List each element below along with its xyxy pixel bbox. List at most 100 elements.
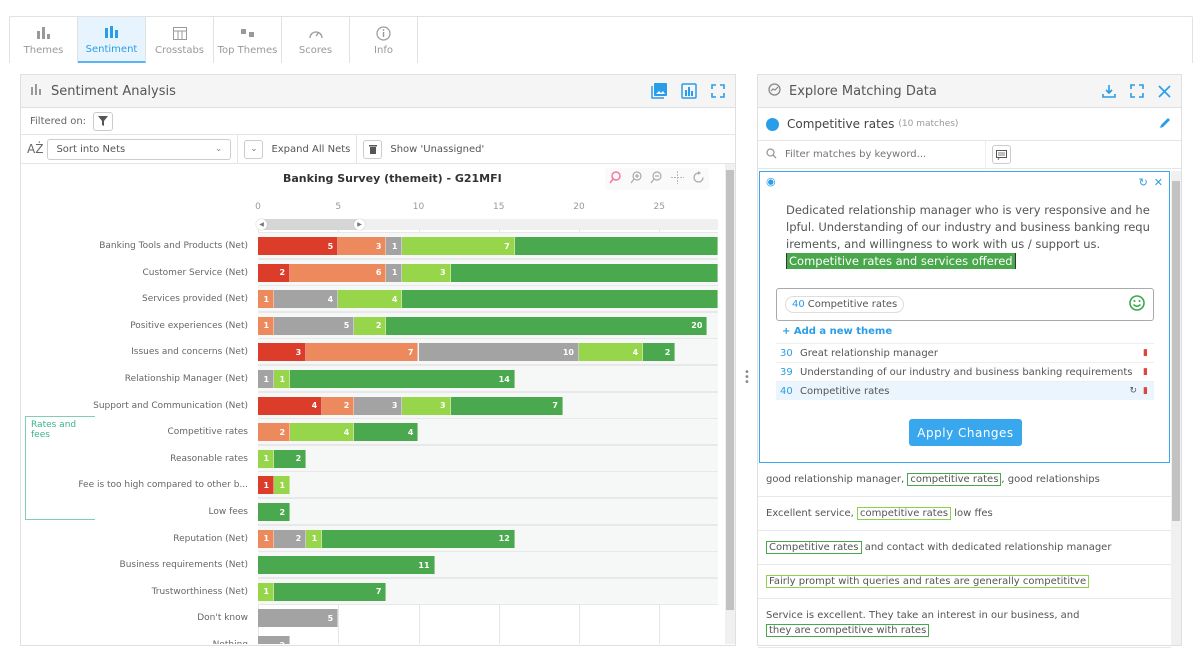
- match-item[interactable]: Competitive rates and contact with dedic…: [758, 531, 1171, 565]
- category-label[interactable]: Positive experiences (Net): [130, 321, 248, 331]
- close-icon[interactable]: [1158, 84, 1171, 98]
- show-unassigned-label[interactable]: Show 'Unassigned': [390, 144, 484, 155]
- delete-icon[interactable]: ▮: [1143, 348, 1148, 358]
- bar-segment-neutral[interactable]: 1: [258, 370, 275, 388]
- bar-segment-very-negative[interactable]: 5: [258, 237, 339, 255]
- bar-segment-very-negative[interactable]: 3: [258, 343, 307, 362]
- expand-all-label[interactable]: Expand All Nets: [271, 144, 350, 155]
- tab-top-themes[interactable]: Top Themes: [214, 17, 282, 63]
- bar-segment-negative[interactable]: 7: [306, 343, 419, 362]
- bar-segment-positive[interactable]: 3: [402, 263, 451, 282]
- bar-segment-neutral[interactable]: 4: [274, 290, 339, 309]
- edit-pencil-icon[interactable]: [1159, 117, 1171, 132]
- zoom-in-icon[interactable]: [630, 171, 643, 187]
- fullscreen-icon[interactable]: [711, 84, 725, 98]
- category-label[interactable]: Support and Communication (Net): [93, 401, 248, 411]
- match-highlight[interactable]: competitive rates: [857, 507, 952, 520]
- category-label[interactable]: Don't know: [197, 613, 248, 623]
- bar-segment-positive[interactable]: 1: [274, 370, 291, 388]
- bar-segment-neutral[interactable]: 2: [274, 529, 307, 548]
- filter-matches-input[interactable]: [785, 149, 985, 160]
- bar-segment-very-positive[interactable]: [514, 237, 718, 255]
- close-card-icon[interactable]: ✕: [1154, 176, 1163, 189]
- zoom-select-icon[interactable]: [609, 171, 622, 187]
- category-label[interactable]: Low fees: [208, 507, 248, 517]
- category-label[interactable]: Banking Tools and Products (Net): [99, 241, 248, 251]
- bar-segment-very-positive[interactable]: 14: [290, 370, 515, 388]
- bar-segment-negative[interactable]: 2: [258, 423, 291, 442]
- category-label[interactable]: Relationship Manager (Net): [125, 374, 248, 384]
- scrollbar-thumb[interactable]: [258, 219, 362, 230]
- category-label[interactable]: Reputation (Net): [173, 534, 248, 544]
- apply-changes-button[interactable]: Apply Changes: [909, 419, 1022, 446]
- assigned-theme-box[interactable]: 40 Competitive rates: [776, 288, 1154, 321]
- bar-segment-neutral[interactable]: 5: [274, 316, 355, 335]
- category-label[interactable]: Fee is too high compared to other b...: [78, 480, 248, 490]
- undo-icon[interactable]: ↻: [1139, 176, 1148, 189]
- tab-info[interactable]: Info: [350, 17, 418, 63]
- theme-tag-pill[interactable]: 40 Competitive rates: [785, 296, 905, 313]
- bar-segment-very-positive[interactable]: 2: [258, 503, 291, 521]
- bar-segment-very-positive[interactable]: 11: [258, 556, 435, 575]
- bar-segment-neutral[interactable]: 1: [386, 263, 403, 282]
- bar-segment-positive[interactable]: 4: [579, 343, 644, 362]
- scroll-left-button[interactable]: ◀: [256, 219, 267, 230]
- bar-segment-neutral[interactable]: 1: [386, 237, 403, 255]
- match-highlight[interactable]: they are competitive with rates: [766, 624, 930, 637]
- reset-icon[interactable]: [692, 171, 705, 187]
- matches-scrollbar[interactable]: [1171, 171, 1181, 645]
- match-highlight[interactable]: Fairly prompt with queries and rates are…: [766, 575, 1090, 588]
- match-item[interactable]: good relationship manager, competitive r…: [758, 463, 1171, 497]
- match-item[interactable]: Fairly prompt with queries and rates are…: [758, 565, 1171, 599]
- highlighted-selection[interactable]: Competitive rates and services offered: [786, 253, 1016, 269]
- bar-segment-positive[interactable]: 1: [274, 476, 291, 495]
- bar-segment-neutral[interactable]: 10: [418, 343, 579, 362]
- show-unassigned-button[interactable]: [363, 139, 383, 159]
- match-highlight[interactable]: Competitive rates: [766, 541, 862, 554]
- category-label[interactable]: Business requirements (Net): [120, 560, 248, 570]
- bar-segment-positive[interactable]: 3: [402, 396, 451, 415]
- eye-icon[interactable]: ◉: [766, 175, 776, 188]
- category-label[interactable]: Issues and concerns (Net): [131, 347, 248, 357]
- tab-crosstabs[interactable]: Crosstabs: [146, 17, 214, 63]
- bar-segment-very-negative[interactable]: 2: [258, 263, 291, 282]
- bar-segment-positive[interactable]: 2: [354, 316, 387, 335]
- pan-icon[interactable]: [671, 171, 685, 187]
- delete-icon[interactable]: ▮: [1143, 386, 1148, 396]
- category-label[interactable]: Trustworthiness (Net): [152, 587, 248, 597]
- export-image-icon[interactable]: [651, 83, 667, 99]
- chart-type-icon[interactable]: [681, 83, 697, 99]
- bar-segment-neutral[interactable]: 2: [258, 636, 291, 644]
- bar-segment-negative[interactable]: 3: [338, 237, 387, 255]
- match-item[interactable]: Excellent service, competitive rates low…: [758, 497, 1171, 531]
- match-item[interactable]: Service is excellent. They take an inter…: [758, 599, 1171, 648]
- theme-list-item[interactable]: 39 Understanding of our industry and busi…: [776, 362, 1154, 381]
- category-label[interactable]: Customer Service (Net): [142, 268, 248, 278]
- tab-sentiment[interactable]: Sentiment: [78, 17, 146, 63]
- bar-segment-negative[interactable]: 1: [258, 290, 275, 309]
- positive-sentiment-icon[interactable]: [1129, 295, 1145, 314]
- bar-segment-very-positive[interactable]: [450, 263, 718, 282]
- sort-select[interactable]: Sort into Nets ⌄: [47, 138, 232, 160]
- category-label[interactable]: Services provided (Net): [142, 294, 248, 304]
- bar-segment-very-positive[interactable]: 2: [274, 449, 307, 468]
- bar-segment-negative[interactable]: 1: [258, 316, 275, 335]
- comments-toggle-button[interactable]: [992, 145, 1011, 164]
- download-icon[interactable]: [1102, 84, 1116, 98]
- theme-list-item[interactable]: 30 Great relationship manager ▮: [776, 343, 1154, 362]
- bar-segment-neutral[interactable]: 3: [354, 396, 403, 415]
- theme-list-item[interactable]: 40 Competitive rates ↻ ▮: [776, 381, 1154, 400]
- chart-vertical-scrollbar[interactable]: [725, 164, 735, 644]
- bar-segment-neutral[interactable]: 5: [258, 609, 339, 628]
- scroll-right-button[interactable]: ▶: [354, 219, 365, 230]
- add-new-theme-link[interactable]: + Add a new theme: [782, 326, 892, 337]
- bar-segment-very-positive[interactable]: 7: [274, 582, 387, 601]
- bar-segment-very-negative[interactable]: 1: [258, 476, 275, 495]
- tab-scores[interactable]: Scores: [282, 17, 350, 63]
- bar-segment-negative[interactable]: 6: [290, 263, 387, 282]
- panel-splitter-handle[interactable]: • • •: [744, 368, 750, 388]
- chart-horizontal-scrollbar[interactable]: ◀ ▶: [256, 219, 718, 230]
- category-label[interactable]: Competitive rates: [167, 427, 248, 437]
- bar-segment-negative[interactable]: 1: [258, 529, 275, 548]
- match-highlight[interactable]: competitive rates: [907, 473, 1002, 486]
